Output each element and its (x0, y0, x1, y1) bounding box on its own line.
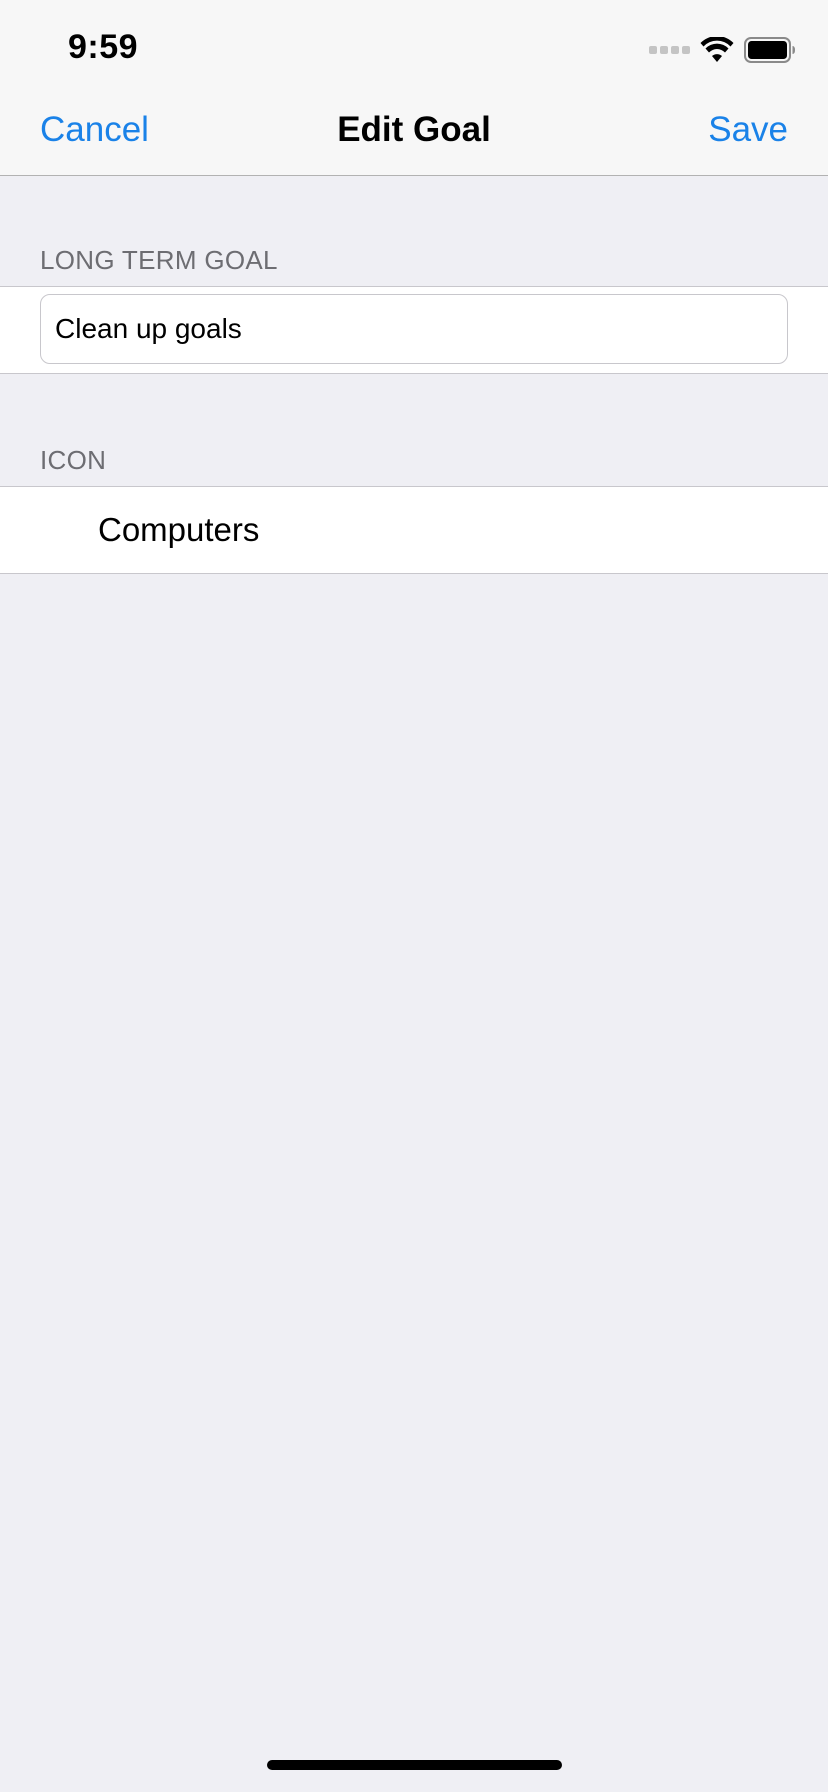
wifi-icon (700, 37, 734, 63)
edit-goal-screen: 9:59 Cancel Edit Goal Save LONG TERM GOA… (0, 0, 828, 1792)
navigation-header: 9:59 Cancel Edit Goal Save (0, 0, 828, 176)
icon-group: Computers (0, 486, 828, 574)
icon-selection-row[interactable]: Computers (0, 487, 828, 573)
save-button[interactable]: Save (708, 110, 788, 150)
status-icons (649, 36, 796, 64)
cancel-button[interactable]: Cancel (40, 110, 149, 150)
long-term-goal-header: LONG TERM GOAL (40, 245, 278, 275)
icon-selection-label: Computers (98, 511, 260, 548)
long-term-goal-group (0, 286, 828, 374)
home-indicator[interactable] (267, 1760, 562, 1770)
icon-section-header: ICON (40, 445, 107, 475)
long-term-goal-input[interactable] (40, 294, 788, 364)
signal-dots-icon (649, 46, 690, 54)
battery-icon (744, 37, 796, 63)
status-time: 9:59 (68, 28, 139, 66)
